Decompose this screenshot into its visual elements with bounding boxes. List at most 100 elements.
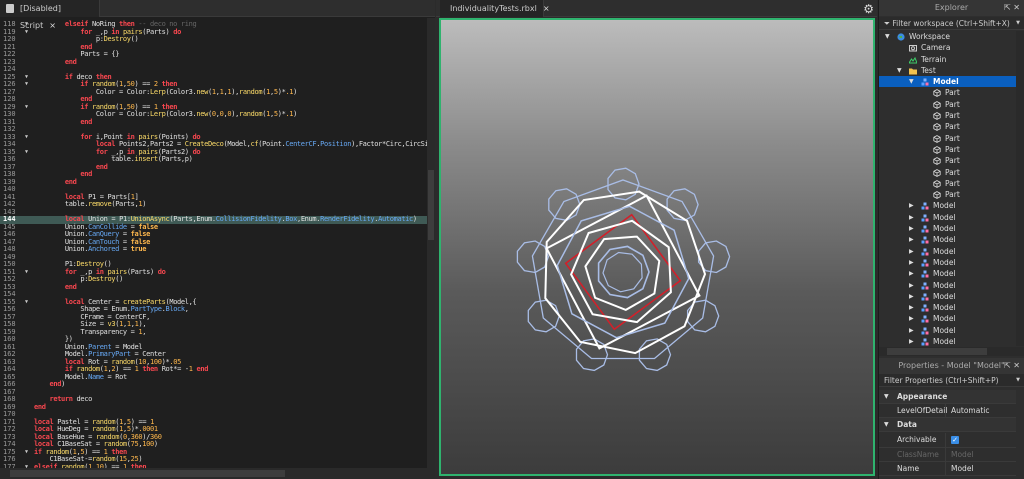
collapse-arrow-icon[interactable]: ▼ <box>897 65 902 76</box>
item-label: Part <box>945 122 960 132</box>
explorer-item-part[interactable]: Part <box>879 87 1016 98</box>
code-line[interactable]: 148 Union.Anchored = true <box>0 245 427 254</box>
expand-arrow-icon[interactable]: ▶ <box>909 268 914 279</box>
explorer-vertical-scrollbar[interactable] <box>1016 31 1024 346</box>
model-icon <box>921 259 929 267</box>
expand-arrow-icon[interactable]: ▶ <box>909 313 914 324</box>
explorer-item-model[interactable]: ▶ Model <box>879 234 1016 245</box>
expand-arrow-icon[interactable]: ▶ <box>909 234 914 245</box>
explorer-item-test[interactable]: ▼ Test <box>879 65 1016 76</box>
property-value[interactable]: Automatic <box>951 404 989 418</box>
editor-horizontal-scrollbar[interactable] <box>0 468 435 479</box>
tab-place-file[interactable]: IndividualityTests.rbxl × <box>440 0 550 17</box>
expand-arrow-icon[interactable]: ▼ <box>884 418 889 432</box>
expand-arrow-icon[interactable]: ▶ <box>909 212 914 223</box>
property-archivable[interactable]: Archivable ✓ <box>879 433 1016 448</box>
property-levelofdetail[interactable]: LevelOfDetail Automatic <box>879 404 1016 418</box>
explorer-item-model[interactable]: ▶ Model <box>879 291 1016 302</box>
explorer-item-model[interactable]: ▶ Model <box>879 280 1016 291</box>
collapse-arrow-icon[interactable]: ▼ <box>909 76 914 87</box>
explorer-item-model[interactable]: ▶ Model <box>879 313 1016 324</box>
explorer-item-model[interactable]: ▶ Model <box>879 257 1016 268</box>
explorer-item-terrain[interactable]: Terrain <box>879 54 1016 65</box>
explorer-item-part[interactable]: Part <box>879 178 1016 189</box>
3d-viewport[interactable] <box>439 18 875 476</box>
fold-arrow-icon[interactable]: ▼ <box>25 81 28 89</box>
explorer-item-model[interactable]: ▼ Model <box>879 76 1016 88</box>
expand-arrow-icon[interactable]: ▶ <box>909 336 914 346</box>
property-name-field[interactable]: Name Model <box>879 462 1016 476</box>
explorer-item-model[interactable]: ▶ Model <box>879 325 1016 336</box>
dropdown-icon[interactable]: ▼ <box>1016 374 1020 387</box>
fold-arrow-icon[interactable]: ▼ <box>25 449 28 457</box>
workspace-icon <box>897 33 905 41</box>
scrollbar-thumb[interactable] <box>887 348 987 355</box>
explorer-item-part[interactable]: Part <box>879 110 1016 121</box>
expand-arrow-icon[interactable]: ▶ <box>909 223 914 234</box>
explorer-horizontal-scrollbar[interactable] <box>879 347 1024 356</box>
explorer-item-model[interactable]: ▶ Model <box>879 223 1016 234</box>
explorer-item-model[interactable]: ▶ Model <box>879 212 1016 223</box>
expand-arrow-icon[interactable]: ▶ <box>909 325 914 336</box>
code-line[interactable]: 131 end <box>0 118 427 127</box>
expand-arrow-icon[interactable]: ▶ <box>909 246 914 257</box>
fold-arrow-icon[interactable]: ▼ <box>25 104 28 112</box>
properties-filter-input[interactable]: Filter Properties (Ctrl+Shift+P) ▼ <box>879 374 1024 387</box>
fold-arrow-icon[interactable]: ▼ <box>25 149 28 157</box>
part-icon <box>933 112 941 120</box>
editor-vertical-scrollbar[interactable] <box>427 18 435 468</box>
explorer-item-workspace[interactable]: ▼ Workspace <box>879 31 1016 42</box>
fold-arrow-icon[interactable]: ▼ <box>25 74 28 82</box>
expand-arrow-icon[interactable]: ▶ <box>909 280 914 291</box>
explorer-item-model[interactable]: ▶ Model <box>879 200 1016 211</box>
explorer-item-model[interactable]: ▶ Model <box>879 302 1016 313</box>
expand-arrow-icon[interactable]: ▶ <box>909 302 914 313</box>
explorer-item-part[interactable]: Part <box>879 167 1016 178</box>
scrollbar-thumb[interactable] <box>10 470 285 477</box>
category-appearance[interactable]: ▼ Appearance <box>879 390 1016 404</box>
explorer-title: Explorer <box>934 3 969 12</box>
fold-arrow-icon[interactable]: ▼ <box>25 29 28 37</box>
fold-arrow-icon[interactable]: ▼ <box>25 299 28 307</box>
explorer-item-model[interactable]: ▶ Model <box>879 268 1016 279</box>
ring-circle <box>638 338 672 372</box>
code-line[interactable]: 153 end <box>0 283 427 292</box>
explorer-item-part[interactable]: Part <box>879 155 1016 166</box>
expand-arrow-icon[interactable]: ▶ <box>909 291 914 302</box>
item-label: Model <box>933 303 956 313</box>
code-line[interactable]: 168 return deco <box>0 395 427 404</box>
explorer-filter-input[interactable]: ⏷ Filter workspace (Ctrl+Shift+X) ▼ <box>879 17 1024 30</box>
item-label: Model <box>933 224 956 234</box>
fold-arrow-icon[interactable]: ▼ <box>25 134 28 142</box>
tab-script[interactable]: [Disabled] Script × <box>0 0 100 30</box>
close-tab-icon[interactable]: × <box>543 4 550 13</box>
code-editor[interactable]: 118 ▼ elseif NoRing then -- deco no ring 1… <box>0 18 427 468</box>
code-line[interactable]: 123 end <box>0 58 427 67</box>
explorer-item-part[interactable]: Part <box>879 189 1016 200</box>
explorer-item-part[interactable]: Part <box>879 144 1016 155</box>
code-line[interactable]: 139 end <box>0 178 427 187</box>
undock-close-icons[interactable]: ⇱ ✕ <box>1004 0 1020 16</box>
explorer-item-camera[interactable]: Camera <box>879 42 1016 53</box>
category-data[interactable]: ▼ Data <box>879 418 1016 432</box>
code-line[interactable]: 169 end <box>0 403 427 412</box>
gear-icon[interactable]: ⚙ <box>863 2 874 16</box>
explorer-item-part[interactable]: Part <box>879 121 1016 132</box>
undock-close-icons[interactable]: ⇱ ✕ <box>1004 358 1020 374</box>
expand-arrow-icon[interactable]: ▶ <box>909 257 914 268</box>
fold-arrow-icon[interactable]: ▼ <box>25 269 28 277</box>
property-value[interactable]: Model <box>951 462 974 476</box>
explorer-item-model[interactable]: ▶ Model <box>879 246 1016 257</box>
code-line[interactable]: 166 end) <box>0 380 427 389</box>
scrollbar-thumb[interactable] <box>428 170 434 240</box>
expand-arrow-icon[interactable]: ▼ <box>884 390 889 404</box>
code-line[interactable]: 142 table.remove(Parts,1) <box>0 200 427 209</box>
archivable-checkbox[interactable]: ✓ <box>951 436 959 444</box>
fold-arrow-icon[interactable]: ▼ <box>25 21 28 29</box>
dropdown-icon[interactable]: ▼ <box>1016 17 1020 30</box>
explorer-item-part[interactable]: Part <box>879 99 1016 110</box>
explorer-item-part[interactable]: Part <box>879 133 1016 144</box>
explorer-item-model[interactable]: ▶ Model <box>879 336 1016 346</box>
collapse-arrow-icon[interactable]: ▼ <box>885 31 890 42</box>
expand-arrow-icon[interactable]: ▶ <box>909 200 914 211</box>
